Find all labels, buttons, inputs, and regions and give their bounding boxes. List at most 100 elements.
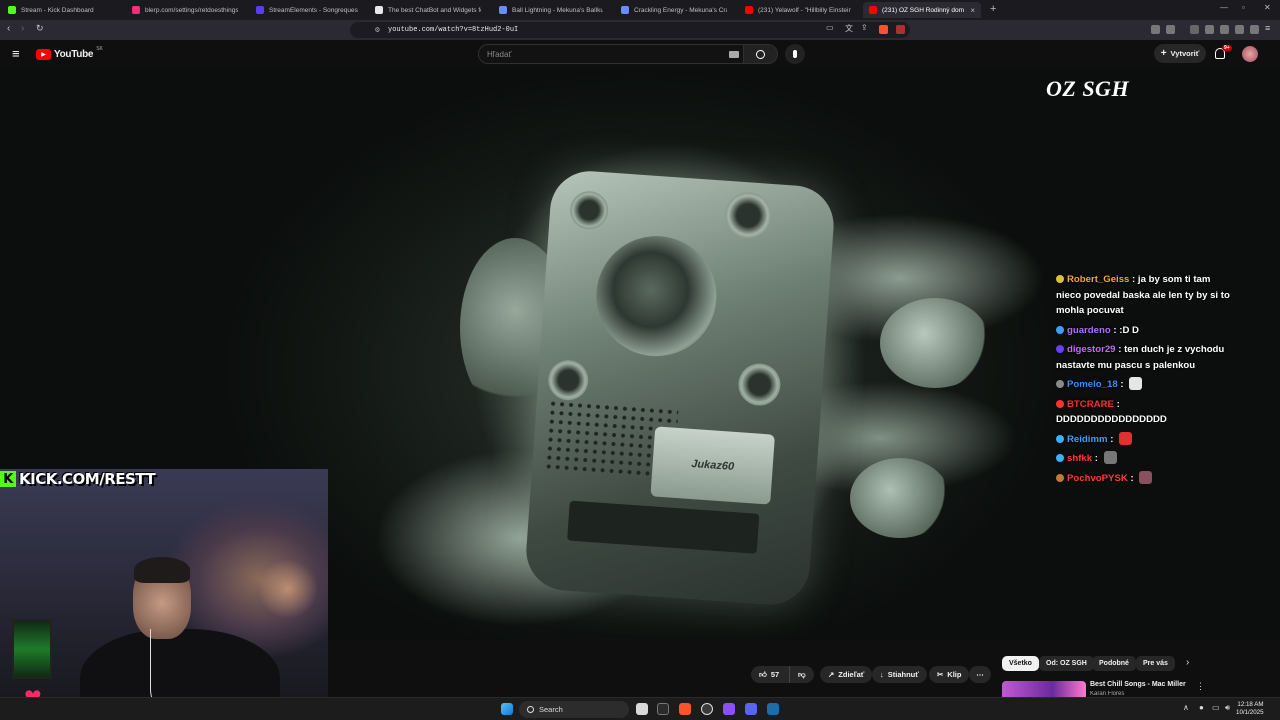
- youtube-logo[interactable]: ▶ YouTube SK: [36, 46, 103, 60]
- chat-badge-icon: [1056, 275, 1064, 283]
- browser-tab[interactable]: blerp.com/settings/retdoesthings: [126, 2, 244, 18]
- share-arrow-icon: ↗: [828, 670, 835, 679]
- tray-chevron-icon[interactable]: ∧: [1183, 703, 1189, 712]
- browser-tab[interactable]: Stream - Kick Dashboard: [2, 2, 120, 18]
- steam-icon[interactable]: [767, 703, 779, 715]
- chat-message: guardeno : :D D: [1056, 323, 1232, 339]
- kick-logo-icon: K: [0, 471, 16, 487]
- extension-icon-3[interactable]: [1205, 25, 1214, 34]
- share-icon[interactable]: ⇪: [861, 23, 868, 32]
- close-window-icon[interactable]: ✕: [1264, 3, 1271, 12]
- music-icon[interactable]: [1190, 25, 1199, 34]
- download-label: Stiahnuť: [887, 670, 919, 679]
- reload-icon[interactable]: ↻: [36, 23, 44, 34]
- avatar[interactable]: [1242, 46, 1258, 62]
- taskbar-search[interactable]: Search: [519, 701, 629, 718]
- chat-separator: :: [1127, 472, 1137, 484]
- tab-title: Crackling Energy - Mekuna's Crackur: [634, 6, 727, 14]
- recommendation-menu-icon[interactable]: ⋮: [1196, 681, 1205, 692]
- terminal-icon[interactable]: [657, 703, 669, 715]
- chat-username: Pomelo_18: [1067, 379, 1118, 390]
- minimize-icon[interactable]: —: [1220, 3, 1228, 12]
- filter-chip[interactable]: Od: OZ SGH: [1039, 656, 1094, 671]
- forward-icon[interactable]: ›: [21, 23, 24, 34]
- discord-icon[interactable]: [745, 703, 757, 715]
- dislike-button[interactable]: 👎︎: [789, 666, 814, 683]
- browser-tab[interactable]: Crackling Energy - Mekuna's Crackur: [615, 2, 733, 18]
- extension-icon-1[interactable]: [1151, 25, 1160, 34]
- download-button[interactable]: ↓ Stiahnuť: [872, 666, 927, 683]
- browser-tab[interactable]: StreamElements - Songrequest: [250, 2, 364, 18]
- finger-shape: [850, 458, 950, 538]
- device-lens: [592, 232, 721, 361]
- chat-username: shfkk: [1067, 453, 1093, 464]
- mic-tray-icon[interactable]: ●: [1199, 703, 1204, 712]
- recommendation-title[interactable]: Best Chill Songs - Mac Miller: [1090, 681, 1186, 688]
- taskbar-clock[interactable]: 12:18 AM 10/1/2025: [1236, 701, 1264, 717]
- wallet-icon[interactable]: [1235, 25, 1244, 34]
- new-tab-button[interactable]: +: [990, 3, 996, 15]
- site-info-icon[interactable]: ⚙: [375, 25, 380, 35]
- youtube-play-icon: ▶: [36, 49, 51, 60]
- tab-favicon-icon: [869, 6, 877, 14]
- lamp-glow: [258, 559, 318, 619]
- cast-icon[interactable]: ▭: [826, 23, 834, 32]
- clip-button[interactable]: ✂ Klip: [929, 666, 970, 683]
- chat-username: guardeno: [1067, 324, 1111, 336]
- notification-badge: 9+: [1222, 45, 1232, 51]
- search-button[interactable]: [744, 44, 778, 64]
- back-icon[interactable]: ‹: [7, 23, 10, 34]
- windows-start-icon[interactable]: [501, 703, 513, 715]
- chat-badge-icon: [1056, 434, 1064, 443]
- more-actions-button[interactable]: ⋯: [969, 666, 991, 683]
- kick-banner-text: KICK.COM/RESTT: [19, 470, 156, 488]
- volume-icon[interactable]: 🔊︎: [1225, 703, 1230, 713]
- plus-icon: +: [1160, 48, 1167, 59]
- device-slot: [567, 500, 760, 554]
- video-actions-area: 👍︎ 57 👎︎ ↗ Zdieľať ↓ Stiahnuť ✂ Klip ⋯ V…: [328, 640, 1280, 700]
- tab-favicon-icon: [621, 6, 629, 14]
- create-button[interactable]: + Vytvoriť: [1154, 44, 1206, 63]
- chat-username: BTCRARE: [1067, 398, 1114, 410]
- tab-title: The best ChatBot and Widgets for K: [388, 6, 481, 14]
- voice-search-button[interactable]: [785, 44, 805, 64]
- webcam-overlay: ♥: [0, 469, 328, 720]
- search-input[interactable]: Hľadať: [478, 44, 744, 64]
- extension-icon-2[interactable]: [1166, 25, 1175, 34]
- browser-tab[interactable]: The best ChatBot and Widgets for K: [369, 2, 487, 18]
- device-knob-2: [568, 189, 610, 231]
- filter-chip[interactable]: Pre vás: [1136, 656, 1175, 671]
- hamburger-menu-icon[interactable]: ≡: [12, 46, 20, 61]
- translate-icon[interactable]: 文: [845, 23, 853, 34]
- chat-separator: :: [1129, 274, 1138, 285]
- filter-chip[interactable]: Podobné: [1092, 656, 1136, 671]
- obs-icon[interactable]: [701, 703, 713, 715]
- brave-shield-icon[interactable]: [879, 25, 888, 34]
- network-icon[interactable]: ▭: [1212, 703, 1220, 712]
- chat-emote-icon: [1103, 451, 1117, 464]
- maximize-icon[interactable]: ▫: [1242, 3, 1245, 12]
- sidebar-icon[interactable]: [1220, 25, 1229, 34]
- notifications-button[interactable]: 9+: [1215, 45, 1232, 59]
- close-tab-icon[interactable]: ×: [970, 6, 975, 15]
- brave-rewards-icon[interactable]: [896, 25, 905, 34]
- brave-icon[interactable]: [679, 703, 691, 715]
- chat-badge-icon: [1056, 473, 1064, 482]
- keyboard-icon[interactable]: [729, 51, 739, 58]
- tab-favicon-icon: [8, 6, 16, 14]
- file-explorer-icon[interactable]: [636, 703, 648, 715]
- vpn-icon[interactable]: [1250, 25, 1259, 34]
- device-brand-text: Jukaz60: [690, 457, 735, 473]
- like-button[interactable]: 👍︎ 57: [751, 666, 789, 683]
- app-icon[interactable]: [723, 703, 735, 715]
- chat-message: Pomelo_18 :: [1056, 377, 1232, 393]
- chat-separator: :: [1115, 344, 1125, 355]
- menu-icon[interactable]: ≡: [1265, 23, 1270, 33]
- browser-tab[interactable]: Ball Lightning - Mekuna's Ballkuna: [493, 2, 609, 18]
- chevron-right-icon[interactable]: ›: [1186, 657, 1189, 668]
- share-button[interactable]: ↗ Zdieľať: [820, 666, 873, 683]
- thumbs-down-icon: 👎︎: [798, 669, 806, 679]
- browser-tab[interactable]: (231) Yelawolf - "Hillbilly Einstein" (M: [739, 2, 857, 18]
- filter-chip[interactable]: Všetko: [1002, 656, 1039, 671]
- browser-tab[interactable]: (231) OZ SGH Rodinný dom ×: [863, 2, 981, 18]
